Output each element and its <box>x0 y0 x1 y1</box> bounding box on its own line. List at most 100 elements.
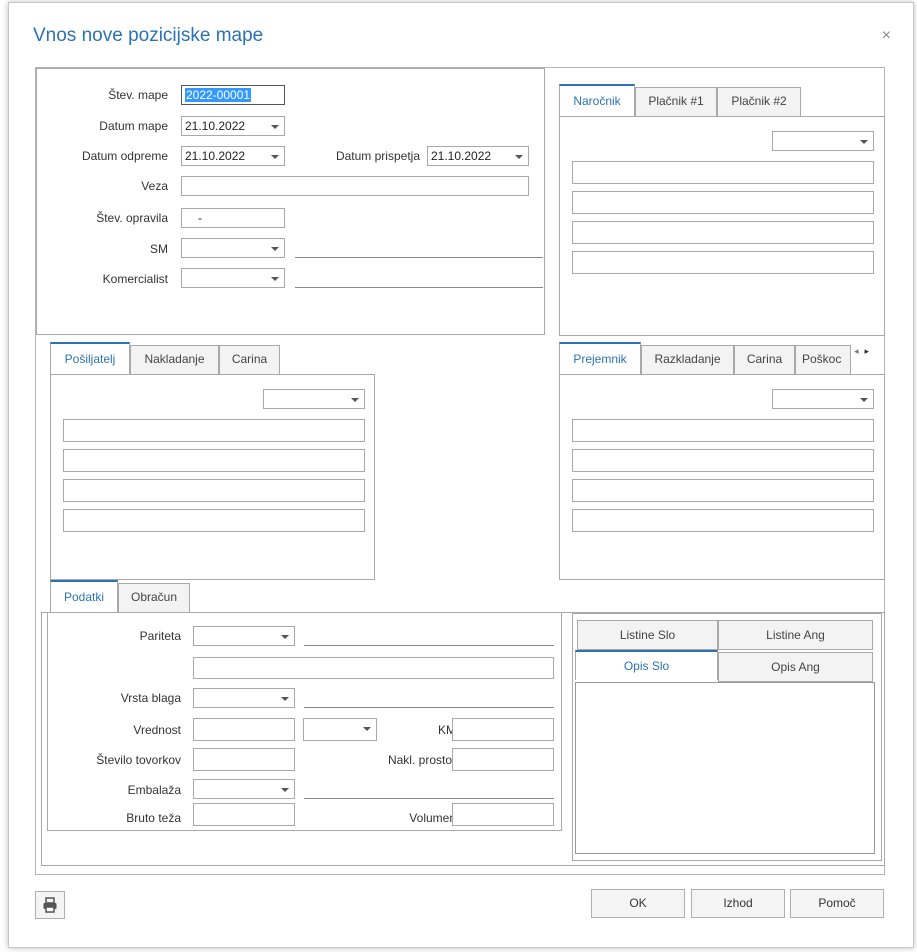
tab-prejemnik[interactable]: Prejemnik <box>559 342 641 374</box>
stev-opravila-value: - <box>198 211 202 225</box>
sm-description-line <box>295 257 543 258</box>
dialog-window: Vnos nove pozicijske mape × Štev. mape 2… <box>8 2 914 948</box>
datum-mape-picker[interactable]: 21.10.2022 <box>181 116 285 136</box>
izhod-button[interactable]: Izhod <box>691 889 785 918</box>
komercialist-select[interactable] <box>181 268 285 288</box>
volumen-input[interactable] <box>452 803 554 826</box>
sender-line-1[interactable] <box>63 419 365 442</box>
stev-mape-input[interactable]: 2022-00001 <box>181 85 285 105</box>
pariteta-text-input[interactable] <box>193 657 554 679</box>
chevron-down-icon <box>271 155 279 159</box>
stev-opravila-input[interactable]: - <box>181 208 285 228</box>
bottom-panel: Pariteta Vrsta blaga Vrednost KM Število… <box>41 612 885 866</box>
datum-odpreme-value: 21.10.2022 <box>185 149 246 163</box>
tab-placnik-2[interactable]: Plačnik #2 <box>717 87 801 116</box>
chevron-down-icon <box>363 727 371 731</box>
scroll-right-icon[interactable]: ▸ <box>865 346 876 356</box>
receiver-line-2[interactable] <box>572 449 874 472</box>
tab-podatki[interactable]: Podatki <box>50 580 118 613</box>
datum-prispetja-label: Datum prispetja <box>335 149 420 163</box>
stevilo-tovorkov-label: Število tovorkov <box>96 753 181 767</box>
tab-placnik-1[interactable]: Plačnik #1 <box>635 87 717 116</box>
stev-opravila-label: Štev. opravila <box>96 211 168 225</box>
ok-button[interactable]: OK <box>591 889 685 918</box>
bruto-teza-label: Bruto teža <box>126 811 181 825</box>
close-icon[interactable]: × <box>882 27 891 45</box>
dialog-title: Vnos nove pozicijske mape <box>33 25 264 46</box>
volumen-label: Volumen <box>409 811 456 825</box>
veza-input[interactable] <box>181 176 529 196</box>
tab-nakladanje[interactable]: Nakladanje <box>130 345 219 374</box>
stev-mape-value: 2022-00001 <box>185 88 252 102</box>
client-line-3[interactable] <box>572 221 874 244</box>
chevron-down-icon <box>281 788 289 792</box>
client-select[interactable] <box>772 131 874 151</box>
header-form-panel: Štev. mape 2022-00001 Datum mape 21.10.2… <box>36 68 545 335</box>
tab-listine-ang[interactable]: Listine Ang <box>718 620 873 650</box>
receiver-line-1[interactable] <box>572 419 874 442</box>
datum-odpreme-picker[interactable]: 21.10.2022 <box>181 146 285 166</box>
tab-listine-slo[interactable]: Listine Slo <box>577 620 718 650</box>
chevron-down-icon <box>860 398 868 402</box>
receiver-panel <box>559 374 885 580</box>
sender-select[interactable] <box>263 389 365 409</box>
sm-select[interactable] <box>181 238 285 258</box>
km-input[interactable] <box>452 718 554 741</box>
nakl-prostor-input[interactable] <box>452 748 554 771</box>
komercialist-description-line <box>295 287 543 288</box>
client-line-2[interactable] <box>572 191 874 214</box>
client-line-4[interactable] <box>572 251 874 274</box>
datum-prispetja-value: 21.10.2022 <box>431 149 492 163</box>
receiver-line-4[interactable] <box>572 509 874 532</box>
tab-razkladanje[interactable]: Razkladanje <box>641 345 734 374</box>
tab-poskodbe[interactable]: Poškoc <box>795 345 851 374</box>
pomoc-button[interactable]: Pomoč <box>790 889 884 918</box>
nakl-prostor-label: Nakl. prostor <box>387 753 456 767</box>
tab-obracun[interactable]: Obračun <box>118 583 190 612</box>
scroll-left-icon[interactable]: ◂ <box>854 346 865 356</box>
embalaza-select[interactable] <box>193 779 295 799</box>
vrsta-blaga-select[interactable] <box>193 688 295 708</box>
tab-opis-ang[interactable]: Opis Ang <box>718 652 873 682</box>
datum-odpreme-label: Datum odpreme <box>81 149 168 163</box>
client-tabs: Naročnik Plačnik #1 Plačnik #2 <box>559 84 889 117</box>
opis-textarea[interactable] <box>575 682 875 854</box>
sender-line-4[interactable] <box>63 509 365 532</box>
tab-opis-slo[interactable]: Opis Slo <box>575 650 718 680</box>
podatki-panel: Pariteta Vrsta blaga Vrednost KM Število… <box>47 613 562 831</box>
tab-scroll-arrows[interactable]: ◂▸ <box>854 346 875 357</box>
stev-mape-label: Štev. mape <box>108 88 168 102</box>
main-frame: Štev. mape 2022-00001 Datum mape 21.10.2… <box>35 67 885 875</box>
vrsta-blaga-label: Vrsta blaga <box>120 691 181 705</box>
client-line-1[interactable] <box>572 161 874 184</box>
datum-prispetja-picker[interactable]: 21.10.2022 <box>427 146 529 166</box>
veza-label: Veza <box>141 179 168 193</box>
vrsta-blaga-description-line <box>304 707 554 708</box>
stevilo-tovorkov-input[interactable] <box>193 748 295 771</box>
printer-icon <box>43 897 57 913</box>
bruto-teza-input[interactable] <box>193 803 295 826</box>
chevron-down-icon <box>281 635 289 639</box>
receiver-line-3[interactable] <box>572 479 874 502</box>
sender-line-3[interactable] <box>63 479 365 502</box>
tab-carina-receiver[interactable]: Carina <box>734 345 795 374</box>
sender-line-2[interactable] <box>63 449 365 472</box>
tab-carina-sender[interactable]: Carina <box>219 345 280 374</box>
komercialist-label: Komercialist <box>102 272 168 286</box>
datum-mape-value: 21.10.2022 <box>185 119 246 133</box>
vrednost-input[interactable] <box>193 718 295 741</box>
sm-label: SM <box>150 242 168 256</box>
print-button[interactable] <box>35 891 65 919</box>
embalaza-description-line <box>304 798 554 799</box>
receiver-select[interactable] <box>772 389 874 409</box>
tab-narocnik[interactable]: Naročnik <box>559 84 635 117</box>
receiver-tabs: Prejemnik Razkladanje Carina Poškoc <box>559 342 889 374</box>
currency-select[interactable] <box>303 718 377 741</box>
tab-posiljatelj[interactable]: Pošiljatelj <box>50 342 130 375</box>
sender-tabs: Pošiljatelj Nakladanje Carina <box>50 342 370 375</box>
pariteta-select[interactable] <box>193 626 295 646</box>
datum-mape-label: Datum mape <box>99 119 168 133</box>
vrednost-label: Vrednost <box>133 723 181 737</box>
chevron-down-icon <box>271 277 279 281</box>
chevron-down-icon <box>860 140 868 144</box>
